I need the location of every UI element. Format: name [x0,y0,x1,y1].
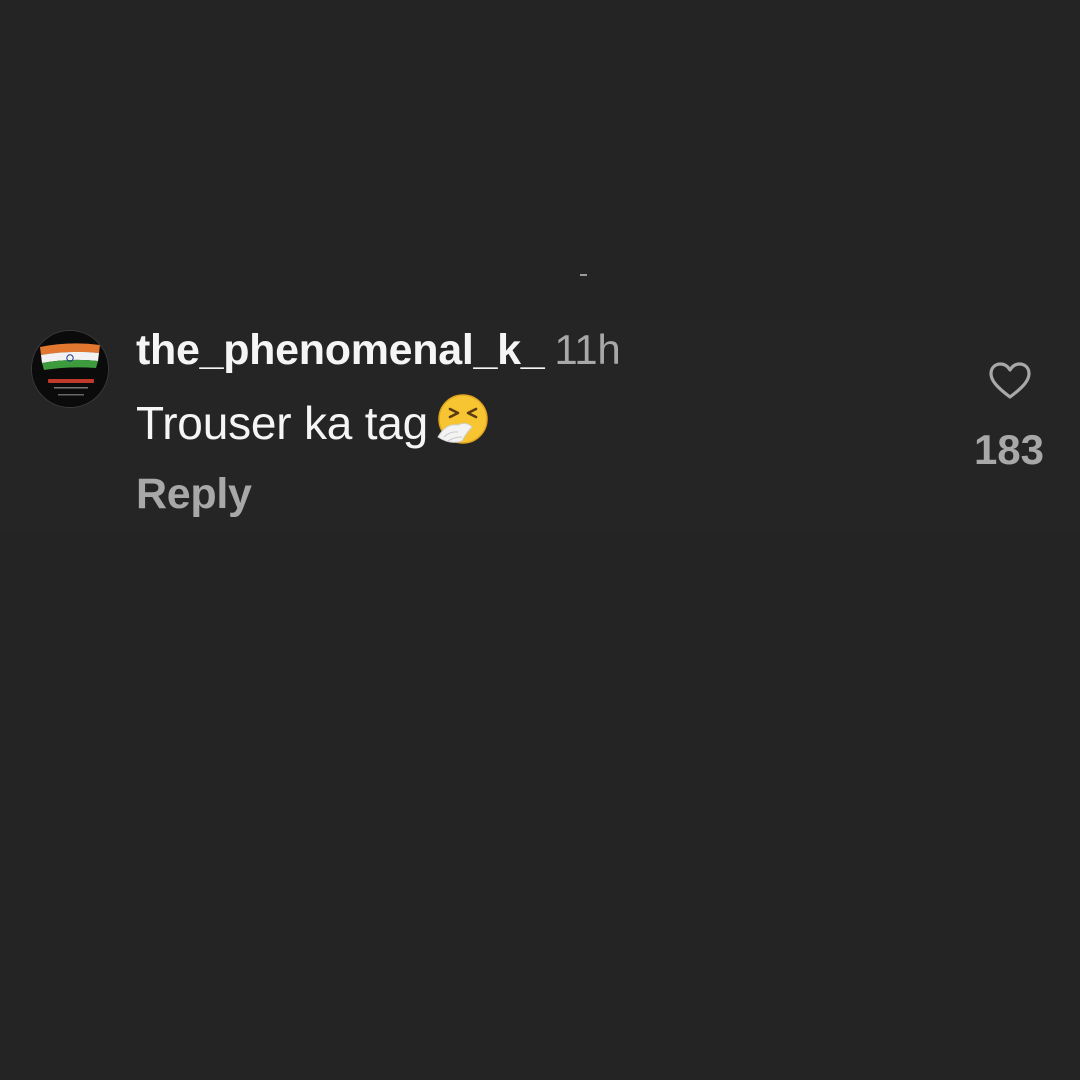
like-count: 183 [973,426,1045,473]
comment-header: the_phenomenal_k_ 11h [136,326,621,384]
comment-body: Trouser ka tag [136,393,490,458]
divider-mark [580,274,587,276]
comment-text: Trouser ka tag [136,397,429,449]
comment-timestamp: 11h [554,326,621,373]
username-link[interactable]: the_phenomenal_k_ [136,326,545,374]
comments-screen: the_phenomenal_k_ 11h Trouser ka tag Repl… [0,0,1080,1080]
india-flag-icon [32,331,108,407]
avatar[interactable] [31,330,109,408]
reply-button[interactable]: Reply [136,470,252,519]
sneezing-face-icon [436,393,490,458]
heart-outline-icon[interactable] [988,361,1032,401]
